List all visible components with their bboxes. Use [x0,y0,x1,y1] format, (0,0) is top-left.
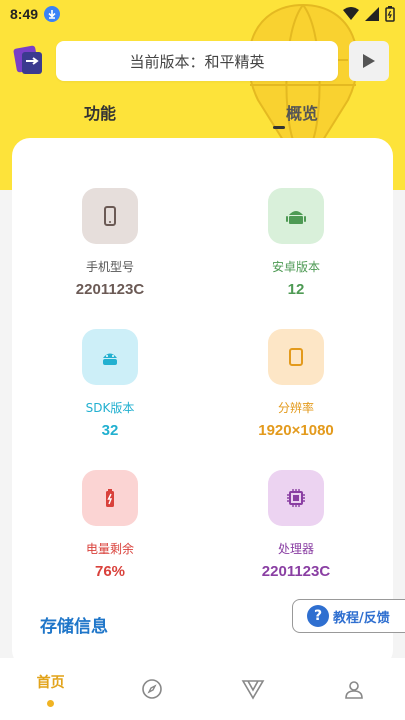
battery-value: 76% [94,563,126,580]
sdk-version-label: SDK版本 [85,401,135,415]
bottom-navigation: 首页 [0,658,405,720]
tutorial-feedback-label: 教程/反馈 [333,610,390,626]
nav-home[interactable]: 首页 [0,658,101,720]
profile-icon [345,681,364,699]
storage-info-title: 存储信息 [40,617,108,637]
processor-value: 2201123C [261,563,331,580]
resolution-label: 分辨率 [277,401,314,415]
android-version-icon-box [268,188,324,244]
wifi-icon [343,7,359,20]
question-icon: ? [307,605,329,627]
android-version-item[interactable]: 安卓版本 12 [216,188,376,298]
battery-label: 电量剩余 [85,542,134,556]
sdk-version-icon-box [82,329,138,385]
nav-v[interactable] [203,658,304,720]
tab-overview[interactable]: 概览 [286,100,318,124]
sdk-version-item[interactable]: SDK版本 32 [30,329,190,439]
processor-label: 处理器 [277,542,314,556]
signal-icon [365,7,379,21]
device-model-label: 手机型号 [85,260,134,274]
resolution-item[interactable]: 分辨率 1920×1080 [216,329,376,439]
resolution-value: 1920×1080 [258,422,334,439]
processor-item[interactable]: 处理器 2201123C [216,470,376,580]
resolution-icon-box [268,329,324,385]
android-icon [286,211,306,224]
play-icon [363,54,375,68]
battery-icon [106,489,114,507]
status-time: 8:49 [10,6,39,22]
app-logo-icon[interactable] [12,44,46,78]
screen-icon [289,348,303,366]
battery-icon-box [82,470,138,526]
download-notification-icon [44,6,61,22]
battery-item[interactable]: 电量剩余 76% [30,470,190,580]
compass-icon [142,679,162,699]
android-version-value: 12 [287,281,305,298]
v-icon [241,680,265,700]
device-model-icon-box [82,188,138,244]
cpu-icon [287,489,305,507]
android-head-icon [103,353,117,365]
device-model-item[interactable]: 手机型号 2201123C [30,188,190,298]
status-bar: 8:49 [0,0,405,28]
nav-home-label: 首页 [36,674,65,691]
nav-active-dot [47,699,55,707]
processor-icon-box [268,470,324,526]
nav-discover[interactable] [101,658,202,720]
current-version-display[interactable]: 当前版本：和平精英 [56,41,338,81]
current-version-text: 当前版本：和平精英 [129,52,265,71]
tab-indicator [273,126,285,129]
battery-status-icon [385,6,395,22]
tab-functions[interactable]: 功能 [84,100,116,124]
nav-profile[interactable] [304,658,405,720]
phone-icon [104,206,116,226]
sdk-version-value: 32 [101,422,119,439]
tutorial-feedback-button[interactable]: ? 教程/反馈 [292,599,405,633]
device-model-value: 2201123C [75,281,145,298]
play-button[interactable] [349,41,389,81]
android-version-label: 安卓版本 [271,260,320,274]
